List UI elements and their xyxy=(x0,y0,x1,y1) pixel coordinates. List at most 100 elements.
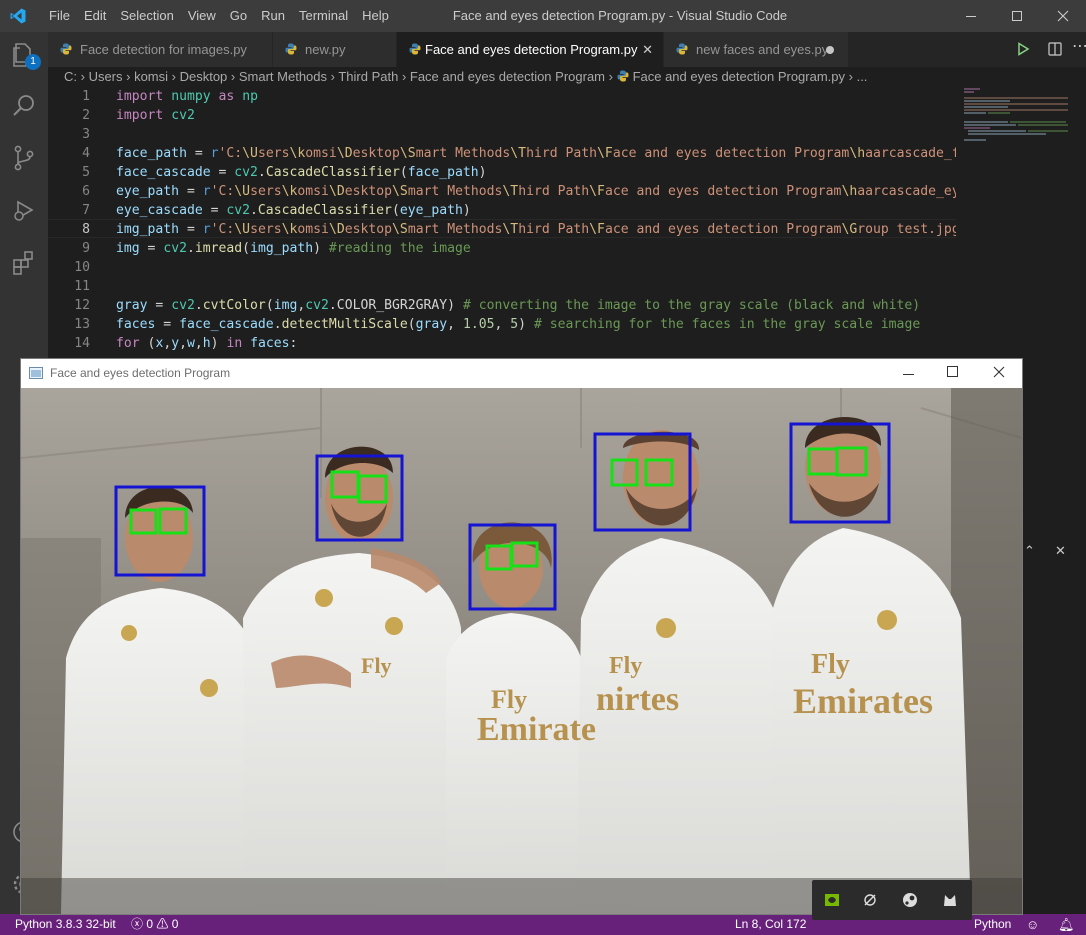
close-panel-icon[interactable]: ✕ xyxy=(1055,544,1066,559)
code-line[interactable]: 12 gray = cv2.cvtColor(img,cv2.COLOR_BGR2… xyxy=(48,296,956,315)
line-number: 8 xyxy=(82,222,90,237)
code-line[interactable]: 1 import numpy as np xyxy=(48,87,956,106)
more-actions-icon[interactable]: ⋯ xyxy=(1072,36,1086,55)
source-control-icon[interactable] xyxy=(10,144,38,172)
tab-face-detection-for-images[interactable]: Face detection for images.py xyxy=(48,32,273,67)
code-line[interactable]: 14 for (x,y,w,h) in faces: xyxy=(48,334,956,353)
svg-text:Fly: Fly xyxy=(609,653,642,679)
run-python-file-icon[interactable] xyxy=(1016,42,1030,56)
line-number: 2 xyxy=(82,108,90,123)
tab-face-and-eyes-detection-program[interactable]: Face and eyes detection Program.py ✕ xyxy=(397,32,664,67)
line-number: 12 xyxy=(74,298,90,313)
panel-controls: ⌃ ✕ xyxy=(1022,544,1086,566)
chevron-right-icon: › xyxy=(168,69,180,84)
satellite-icon[interactable] xyxy=(862,892,878,908)
code-text: eye_path = r'C:\Users\komsi\Desktop\Smar… xyxy=(116,184,956,199)
search-icon[interactable] xyxy=(10,92,38,120)
language-mode[interactable]: Python xyxy=(974,914,1011,935)
explorer-badge: 1 xyxy=(25,54,41,70)
line-number: 4 xyxy=(82,146,90,161)
code-line[interactable]: 5 face_cascade = cv2.CascadeClassifier(fa… xyxy=(48,163,956,182)
code-text: face_cascade = cv2.CascadeClassifier(fac… xyxy=(116,165,487,180)
breadcrumb-item[interactable]: Users xyxy=(89,69,123,84)
breadcrumb-item[interactable]: C: xyxy=(64,69,77,84)
menu-go[interactable]: Go xyxy=(223,0,254,32)
python-interpreter[interactable]: Python 3.8.3 32-bit xyxy=(15,914,116,935)
breadcrumb-item[interactable]: Desktop xyxy=(180,69,228,84)
cat-app-icon[interactable] xyxy=(942,892,958,908)
code-line[interactable]: 6 eye_path = r'C:\Users\komsi\Desktop\Sma… xyxy=(48,182,956,201)
minimize-button[interactable] xyxy=(948,0,994,32)
minimize-icon xyxy=(966,16,976,17)
python-file-icon xyxy=(285,43,297,55)
cursor-position[interactable]: Ln 8, Col 172 xyxy=(735,914,806,935)
maximize-button[interactable] xyxy=(994,0,1040,32)
code-editor[interactable]: 1 import numpy as np 2 import cv2 3 4 face_pat… xyxy=(48,86,956,356)
notifications-bell-icon[interactable]: 🔔︎ xyxy=(1058,914,1075,935)
opencv-window-titlebar[interactable]: Face and eyes detection Program xyxy=(21,359,1022,388)
menu-terminal[interactable]: Terminal xyxy=(292,0,355,32)
close-icon[interactable] xyxy=(993,366,1005,378)
line-number: 7 xyxy=(82,203,90,218)
minimize-icon[interactable] xyxy=(903,369,914,379)
nvidia-icon[interactable] xyxy=(824,892,840,908)
code-line[interactable]: 2 import cv2 xyxy=(48,106,956,125)
code-text: img = cv2.imread(img_path) #reading the … xyxy=(116,241,471,256)
menu-edit[interactable]: Edit xyxy=(77,0,113,32)
vscode-logo-icon xyxy=(10,8,26,24)
breadcrumb-item[interactable]: Smart Methods xyxy=(239,69,327,84)
tab-close-icon[interactable]: ✕ xyxy=(642,32,653,67)
breadcrumb-item[interactable]: Third Path xyxy=(338,69,398,84)
line-number: 9 xyxy=(82,241,90,256)
breadcrumb-item[interactable]: ... xyxy=(857,69,868,84)
tab-label: Face and eyes detection Program.py xyxy=(425,42,638,57)
menu-file[interactable]: File xyxy=(42,0,77,32)
breadcrumb-item[interactable]: komsi xyxy=(134,69,168,84)
menu-selection[interactable]: Selection xyxy=(113,0,180,32)
maximize-icon[interactable] xyxy=(947,366,959,378)
menu-help[interactable]: Help xyxy=(355,0,396,32)
extensions-icon[interactable] xyxy=(10,248,38,276)
line-number: 14 xyxy=(74,336,90,351)
editor-scrollbar[interactable] xyxy=(1074,86,1086,546)
code-line[interactable]: 7 eye_cascade = cv2.CascadeClassifier(eye… xyxy=(48,201,956,220)
chevron-up-icon[interactable]: ⌃ xyxy=(1024,544,1035,559)
code-line[interactable]: 11 xyxy=(48,277,956,296)
steam-icon[interactable] xyxy=(902,892,918,908)
feedback-icon[interactable]: ☺ xyxy=(1026,914,1039,935)
line-number: 6 xyxy=(82,184,90,199)
tab-new-faces-and-eyes[interactable]: new faces and eyes.py xyxy=(664,32,849,67)
tab-new-py[interactable]: new.py xyxy=(273,32,397,67)
close-window-button[interactable] xyxy=(1040,0,1086,32)
code-line[interactable]: 3 xyxy=(48,125,956,144)
problems-indicator[interactable]: ⓧ 0 ⚠ 0 xyxy=(131,914,178,935)
code-text: for (x,y,w,h) in faces: xyxy=(116,336,298,351)
code-text: import numpy as np xyxy=(116,89,258,104)
code-line[interactable]: 13 faces = face_cascade.detectMultiScale(… xyxy=(48,315,956,334)
menu-view[interactable]: View xyxy=(181,0,223,32)
opencv-image-window[interactable]: Face and eyes detection Program Fly Fly … xyxy=(20,358,1023,915)
error-count: 0 xyxy=(146,917,154,931)
code-line[interactable]: 4 face_path = r'C:\Users\komsi\Desktop\Sm… xyxy=(48,144,956,163)
warning-icon: ⚠ xyxy=(156,917,169,931)
split-editor-icon[interactable] xyxy=(1048,42,1062,56)
unsaved-dot-icon[interactable] xyxy=(826,46,834,54)
line-number: 10 xyxy=(74,260,90,275)
breadcrumb-item[interactable]: Face and eyes detection Program xyxy=(410,69,605,84)
warning-count: 0 xyxy=(171,917,179,931)
menu-bar: File Edit Selection View Go Run Terminal… xyxy=(42,0,396,32)
code-text: faces = face_cascade.detectMultiScale(gr… xyxy=(116,317,921,332)
menu-run[interactable]: Run xyxy=(254,0,292,32)
title-bar: File Edit Selection View Go Run Terminal… xyxy=(0,0,1086,32)
maximize-icon xyxy=(1012,11,1022,21)
detection-result-image: Fly Fly Emirate Fly nirtes Fly Emirates xyxy=(21,388,1022,914)
code-line[interactable]: 9 img = cv2.imread(img_path) #reading the… xyxy=(48,239,956,258)
code-line[interactable]: 8 img_path = r'C:\Users\komsi\Desktop\Sma… xyxy=(48,220,956,239)
run-debug-icon[interactable] xyxy=(10,196,38,224)
python-file-icon xyxy=(409,43,421,55)
code-line[interactable]: 10 xyxy=(48,258,956,277)
svg-text:Fly: Fly xyxy=(811,649,850,680)
breadcrumb-item[interactable]: Face and eyes detection Program.py xyxy=(633,69,845,84)
svg-text:nirtes: nirtes xyxy=(596,681,679,718)
code-text: face_path = r'C:\Users\komsi\Desktop\Sma… xyxy=(116,146,956,161)
